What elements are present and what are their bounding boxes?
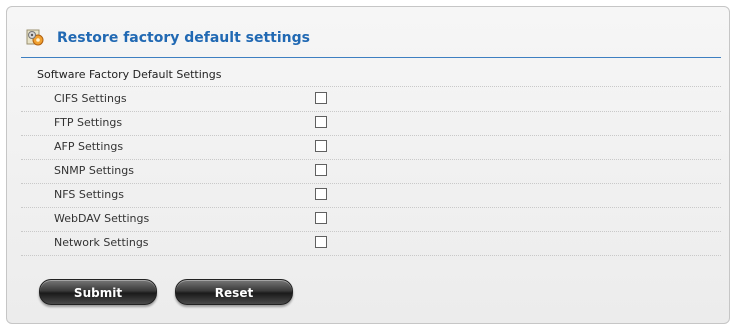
setting-row-nfs: NFS Settings <box>21 183 721 208</box>
section-title: Software Factory Default Settings <box>21 63 721 87</box>
nfs-settings-checkbox[interactable] <box>315 188 327 200</box>
cifs-settings-checkbox[interactable] <box>315 92 327 104</box>
setting-label: FTP Settings <box>54 116 123 129</box>
afp-settings-checkbox[interactable] <box>315 140 327 152</box>
setting-label: WebDAV Settings <box>54 212 150 225</box>
setting-label: NFS Settings <box>54 188 124 201</box>
setting-label: SNMP Settings <box>54 164 134 177</box>
setting-row-ftp: FTP Settings <box>21 111 721 136</box>
page-title: Restore factory default settings <box>57 30 310 46</box>
setting-label: Network Settings <box>54 236 149 249</box>
restore-gears-icon <box>25 28 45 48</box>
restore-defaults-panel: Restore factory default settings Softwar… <box>6 6 730 324</box>
network-settings-checkbox[interactable] <box>315 236 327 248</box>
ftp-settings-checkbox[interactable] <box>315 116 327 128</box>
setting-row-network: Network Settings <box>21 231 721 256</box>
submit-button[interactable]: Submit <box>39 279 157 305</box>
reset-button[interactable]: Reset <box>175 279 293 305</box>
setting-row-snmp: SNMP Settings <box>21 159 721 184</box>
setting-row-afp: AFP Settings <box>21 135 721 160</box>
setting-label: CIFS Settings <box>54 92 127 105</box>
webdav-settings-checkbox[interactable] <box>315 212 327 224</box>
setting-row-cifs: CIFS Settings <box>21 87 721 112</box>
setting-row-webdav: WebDAV Settings <box>21 207 721 232</box>
snmp-settings-checkbox[interactable] <box>315 164 327 176</box>
panel-header: Restore factory default settings <box>21 21 721 58</box>
setting-label: AFP Settings <box>54 140 124 153</box>
